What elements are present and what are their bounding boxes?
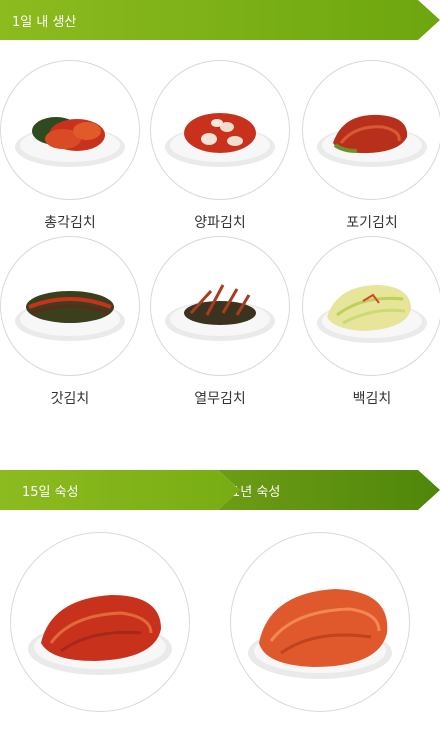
product-item-gat: 갓김치 (0, 236, 140, 408)
aging-1year-banner: 1년 숙성 (218, 470, 440, 510)
product-label-pogi: 포기김치 (346, 215, 398, 231)
production-banner: 1일 내 생산 (0, 0, 440, 40)
product-item-baek: 백김치 (302, 236, 440, 408)
young-radish-kimchi-image (150, 236, 290, 376)
product-label-chonggak: 총각김치 (44, 215, 96, 231)
aging-1year-item (230, 532, 410, 712)
product-label-yeolmu: 열무김치 (194, 391, 246, 407)
product-item-pogi: 포기김치 (302, 60, 440, 232)
aging-15days-banner: 15일 숙성 (0, 470, 240, 510)
product-label-gat: 갓김치 (50, 391, 90, 407)
production-banner-label: 1일 내 생산 (12, 14, 77, 30)
product-item-chonggak: 총각김치 (0, 60, 140, 232)
chonggak-kimchi-image (0, 60, 140, 200)
napa-cabbage-kimchi-image (302, 60, 440, 200)
mustard-leaf-kimchi-image (0, 236, 140, 376)
onion-kimchi-image (150, 60, 290, 200)
product-label-baek: 백김치 (352, 391, 392, 407)
white-kimchi-image (302, 236, 440, 376)
aging-15days-item (10, 532, 190, 712)
aging-15days-label: 15일 숙성 (22, 484, 79, 500)
product-item-yeolmu: 열무김치 (150, 236, 290, 408)
aging-1year-kimchi-image (230, 532, 410, 712)
product-label-onion: 양파김치 (194, 215, 246, 231)
product-item-onion: 양파김치 (150, 60, 290, 232)
aging-15days-kimchi-image (10, 532, 190, 712)
